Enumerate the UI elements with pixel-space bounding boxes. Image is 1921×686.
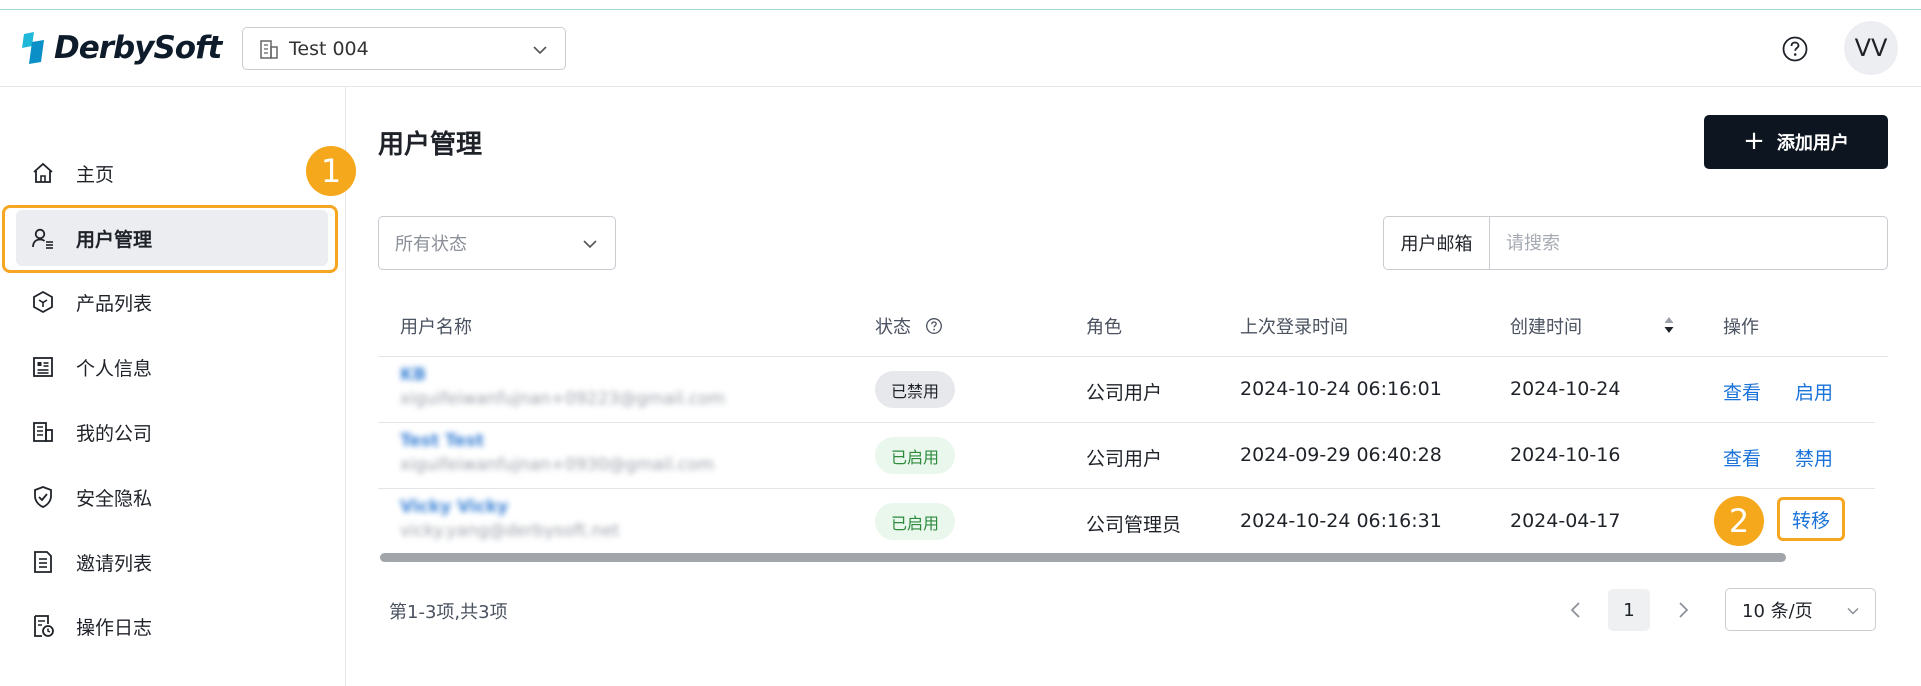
- pagination-summary: 第1-3项,共3项: [389, 602, 508, 623]
- log-clock-icon: [30, 613, 56, 639]
- sort-icon[interactable]: [1662, 314, 1676, 336]
- table-row: KB xiguifeiwanfujnan+09223@gmail.com 已禁用…: [378, 357, 1875, 423]
- status-badge: 已启用: [875, 503, 956, 540]
- user-email: vicky.yang@derbysoft.net: [400, 521, 620, 541]
- chevron-down-icon: [583, 240, 597, 249]
- transfer-link[interactable]: 转移: [1777, 497, 1845, 541]
- app-header: DerbySoft Test 004 VV: [0, 10, 1921, 87]
- status-badge: 已启用: [875, 437, 956, 474]
- sidebar-item-security[interactable]: 安全隐私: [16, 469, 328, 525]
- role-cell: 公司用户: [1086, 382, 1163, 404]
- search-group: 用户邮箱: [1383, 216, 1888, 270]
- header-status-label: 状态: [875, 317, 911, 338]
- sidebar-item-home[interactable]: 主页: [16, 145, 328, 201]
- sidebar-item-audit-log[interactable]: 操作日志: [16, 598, 328, 654]
- add-user-label: 添加用户: [1776, 133, 1849, 154]
- last-login-cell: 2024-09-29 06:40:28: [1240, 444, 1442, 466]
- table-header: 用户名称 状态 角色 上次登录时间 创建时间 操作: [378, 292, 1888, 357]
- search-input[interactable]: [1490, 217, 1887, 269]
- status-filter-select[interactable]: 所有状态: [378, 216, 616, 270]
- chevron-right-icon[interactable]: [1672, 598, 1694, 622]
- header-user-name: 用户名称: [400, 317, 472, 338]
- shield-check-icon: [30, 484, 56, 510]
- chevron-left-icon[interactable]: [1565, 598, 1587, 622]
- user-name-cell: Vicky Vicky vicky.yang@derbysoft.net: [378, 489, 766, 554]
- profile-card-icon: [30, 354, 56, 380]
- user-name-cell: KB xiguifeiwanfujnan+09223@gmail.com: [378, 357, 766, 422]
- page-size-value: 10 条/页: [1742, 600, 1813, 622]
- company-select[interactable]: Test 004: [242, 27, 566, 70]
- help-icon[interactable]: [1781, 35, 1809, 63]
- sidebar-item-label: 操作日志: [76, 616, 153, 639]
- home-icon: [30, 160, 56, 186]
- plus-icon: +: [1743, 125, 1765, 156]
- last-login-cell: 2024-10-24 06:16:31: [1240, 510, 1442, 532]
- sidebar-item-label: 产品列表: [76, 292, 153, 315]
- header-role: 角色: [1086, 317, 1122, 338]
- building-icon: [30, 419, 56, 445]
- created-cell: 2024-04-17: [1510, 510, 1621, 532]
- building-icon: [260, 39, 278, 59]
- last-login-cell: 2024-10-24 06:16:01: [1240, 378, 1442, 400]
- page-number-button[interactable]: 1: [1608, 589, 1650, 631]
- add-user-button[interactable]: + 添加用户: [1704, 115, 1888, 169]
- user-name-link[interactable]: Test Test: [400, 431, 484, 451]
- view-link[interactable]: 查看: [1723, 378, 1761, 405]
- sidebar-item-label: 邀请列表: [76, 552, 153, 575]
- chevron-down-icon: [1847, 607, 1859, 615]
- header-last-login: 上次登录时间: [1240, 317, 1348, 338]
- role-cell: 公司管理员: [1086, 514, 1182, 536]
- header-status: 状态: [875, 313, 943, 339]
- sidebar: 主页 用户管理 产品列表 个人信息 我的公司 安全隐私 邀请列表 操作日志: [0, 87, 346, 686]
- user-email: xiguifeiwanfujnan+09223@gmail.com: [400, 389, 726, 409]
- company-select-value: Test 004: [289, 37, 369, 60]
- annotation-highlight-box: [2, 205, 338, 273]
- page-size-select[interactable]: 10 条/页: [1725, 588, 1876, 631]
- logo-text: DerbySoft: [54, 30, 222, 66]
- role-cell: 公司用户: [1086, 448, 1163, 470]
- page-title: 用户管理: [378, 130, 483, 160]
- annotation-step-badge: 1: [306, 146, 356, 196]
- user-name-link[interactable]: KB: [400, 365, 426, 385]
- user-avatar[interactable]: VV: [1844, 21, 1898, 75]
- search-field-selector[interactable]: 用户邮箱: [1384, 217, 1490, 269]
- annotation-step-badge: 2: [1714, 496, 1764, 546]
- sidebar-item-label: 我的公司: [76, 422, 153, 445]
- user-email: xiguifeiwanfujnan+0930@gmail.com: [400, 455, 715, 475]
- status-filter-placeholder: 所有状态: [395, 234, 467, 255]
- horizontal-scrollbar[interactable]: [380, 553, 1786, 562]
- status-badge: 已禁用: [875, 371, 956, 408]
- table-row: Vicky Vicky vicky.yang@derbysoft.net 已启用…: [378, 489, 1875, 555]
- top-accent-line: [0, 0, 1921, 10]
- chevron-down-icon: [533, 46, 547, 55]
- sidebar-item-label: 主页: [76, 163, 115, 186]
- enable-link[interactable]: 启用: [1795, 378, 1833, 405]
- header-actions: 操作: [1723, 317, 1759, 338]
- sidebar-item-invitations[interactable]: 邀请列表: [16, 534, 328, 590]
- created-cell: 2024-10-24: [1510, 378, 1621, 400]
- user-name-cell: Test Test xiguifeiwanfujnan+0930@gmail.c…: [378, 423, 766, 488]
- logo-mark-icon: [22, 32, 44, 64]
- cube-icon: [30, 289, 56, 315]
- derbysoft-logo[interactable]: DerbySoft: [20, 30, 222, 66]
- user-name-link[interactable]: Vicky Vicky: [400, 497, 508, 517]
- header-created: 创建时间: [1510, 317, 1582, 338]
- sidebar-item-my-company[interactable]: 我的公司: [16, 404, 328, 460]
- sidebar-item-label: 安全隐私: [76, 487, 153, 510]
- document-list-icon: [30, 549, 56, 575]
- sidebar-item-products[interactable]: 产品列表: [16, 274, 328, 330]
- sidebar-item-label: 个人信息: [76, 357, 153, 380]
- created-cell: 2024-10-16: [1510, 444, 1621, 466]
- disable-link[interactable]: 禁用: [1795, 444, 1833, 471]
- view-link[interactable]: 查看: [1723, 444, 1761, 471]
- sidebar-item-profile[interactable]: 个人信息: [16, 339, 328, 395]
- table-row: Test Test xiguifeiwanfujnan+0930@gmail.c…: [378, 423, 1875, 489]
- info-icon[interactable]: [925, 317, 943, 335]
